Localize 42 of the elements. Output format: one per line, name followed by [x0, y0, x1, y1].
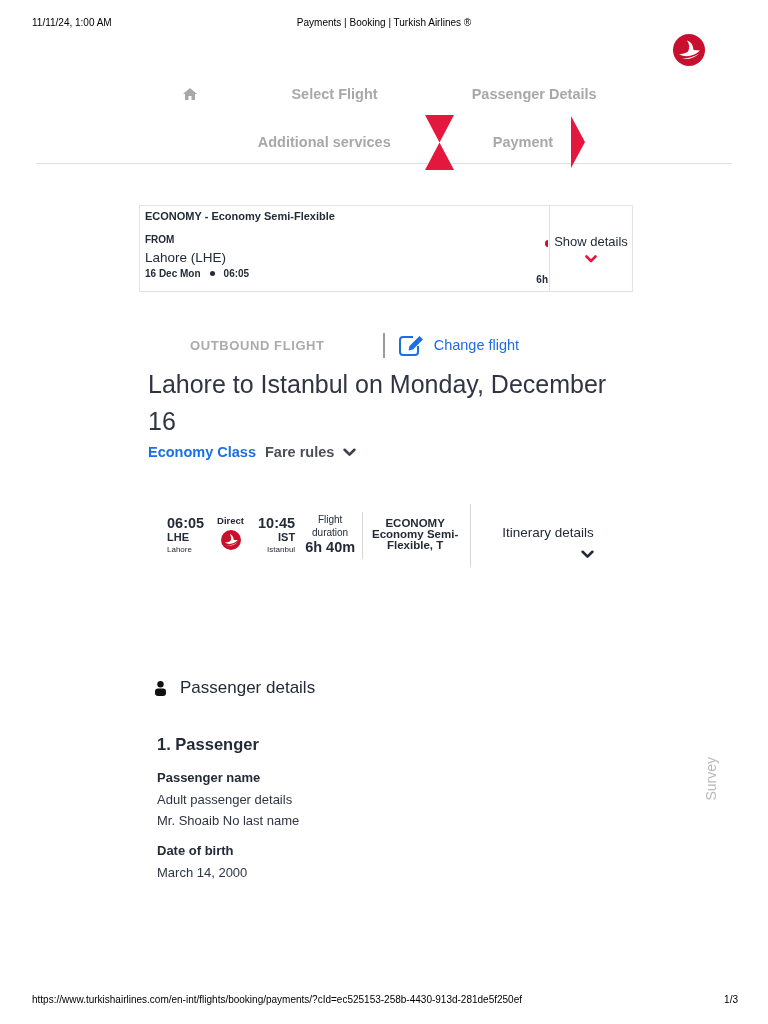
field-value: March 14, 2000 [157, 864, 249, 882]
cabin-label: ECONOMY [385, 516, 445, 529]
duration-text: 6h [536, 274, 548, 286]
outbound-label: OUTBOUND FLIGHT [190, 337, 325, 353]
page-title: Payments | Booking | Turkish Airlines ® [296, 17, 472, 29]
flight-duration: 6h 40m [305, 538, 356, 555]
airport-code: IST [278, 531, 296, 544]
passenger-title: 1. Passenger [157, 734, 260, 754]
notch-icon [424, 114, 454, 170]
step-arrow-icon [571, 116, 586, 168]
arrival-time: 10:45 [258, 515, 296, 531]
page-number: 1/3 [724, 994, 738, 1006]
duration-label: Flight duration [311, 512, 350, 539]
route-heading: Lahore to Istanbul on Monday, December 16 [148, 369, 608, 437]
cabin-class-link[interactable]: Economy Class [148, 444, 256, 460]
section-title: Passenger details [180, 678, 316, 698]
fare-name: Economy Semi-Flexible, T [371, 528, 460, 551]
home-icon [183, 88, 198, 100]
clipped-logo-icon [545, 240, 548, 247]
origin-city: Lahore (LHE) [145, 249, 228, 266]
departure-time: 06:05 [167, 515, 205, 531]
fare-title: ECONOMY - Economy Semi-Flexible [145, 209, 336, 223]
departure-date: 16 Dec Mon [145, 267, 201, 280]
departure-time: 06:05 [223, 267, 250, 280]
fare-rules-button[interactable]: Fare rules [265, 444, 357, 460]
stops-label: Direct [217, 515, 245, 527]
city-name: Istanbul [267, 544, 296, 556]
from-label: FROM [145, 234, 176, 246]
itinerary-details-button[interactable]: Itinerary details [502, 512, 594, 559]
person-icon [155, 680, 166, 696]
edit-icon [398, 334, 424, 356]
bird-logo-icon [220, 530, 241, 550]
change-flight-link[interactable]: Change flight [398, 334, 520, 356]
dot-icon [209, 271, 215, 276]
airport-code: LHE [167, 531, 189, 544]
field-value: Mr. Shoaib No last name [157, 812, 301, 830]
progress-step[interactable] [183, 88, 198, 100]
city-name: Lahore [167, 544, 192, 556]
page-url: https://www.turkishairlines.com/en-int/flights/booking/payments/?cId=ec525153-258b-4430-913d-281de5f250ef [32, 994, 523, 1006]
bird-logo-icon [673, 34, 705, 66]
print-date: 11/11/24, 1:00 AM [32, 17, 112, 29]
field-label: Date of birth [157, 843, 235, 859]
